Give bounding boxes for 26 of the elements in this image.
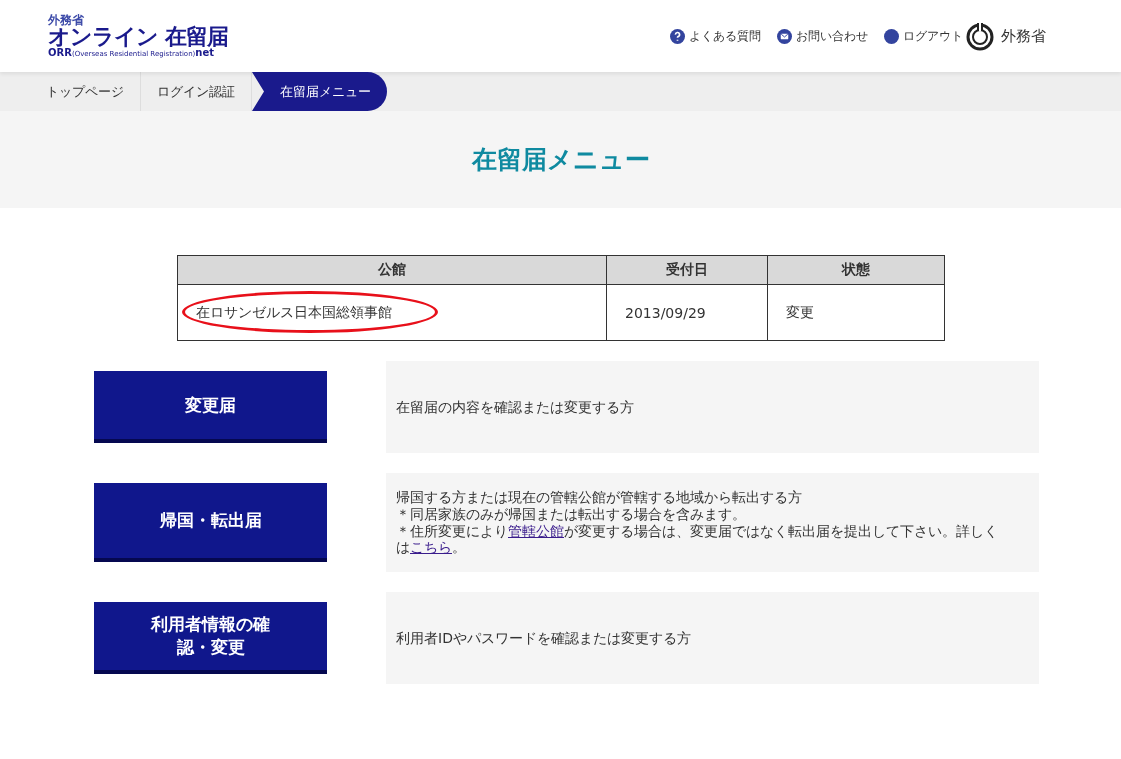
emblem-icon <box>965 21 995 51</box>
header-link[interactable]: よくある質問 <box>670 27 761 45</box>
ministry-name: 外務省 <box>1001 26 1046 46</box>
menu-button[interactable]: 変更届 <box>94 371 327 443</box>
description-text: ＊住所変更により 管轄公館が変更する場合は、変更届ではなく転出届を提出して下さい。詳しくは こちら。 <box>396 522 999 557</box>
menu-button[interactable]: 利用者情報の確認・変更 <box>94 602 327 675</box>
text-link[interactable]: こちら <box>410 539 452 556</box>
circle-icon <box>884 28 899 44</box>
menu-button[interactable]: 帰国・転出届 <box>94 483 327 563</box>
mail-icon <box>777 28 792 44</box>
table-cell: 在ロサンゼルス日本国総領事館 <box>177 284 607 341</box>
description-text: ＊同居家族のみが帰国または転出する場合を含みます。 <box>396 505 747 523</box>
page-title: 在留届メニュー <box>471 144 650 176</box>
help-icon <box>670 28 685 44</box>
column-header: 状態 <box>767 255 944 285</box>
description-text: 在留届の内容を確認または変更する方 <box>396 398 634 416</box>
column-header: 公館 <box>177 255 607 285</box>
table-cell: 変更 <box>767 284 944 341</box>
breadcrumb-item[interactable]: 在留届メニュー <box>252 72 387 111</box>
text-link[interactable]: 管轄公館 <box>508 522 564 539</box>
header-link[interactable]: お問い合わせ <box>777 27 868 45</box>
description-text: 利用者IDやパスワードを確認または変更する方 <box>396 629 691 647</box>
table-cell: 2013/09/29 <box>606 284 768 341</box>
header-link[interactable]: ログアウト <box>884 27 963 45</box>
column-header: 受付日 <box>606 255 768 285</box>
description-text: 帰国する方または現在の管轄公館が管轄する地域から転出する方 <box>396 489 803 506</box>
